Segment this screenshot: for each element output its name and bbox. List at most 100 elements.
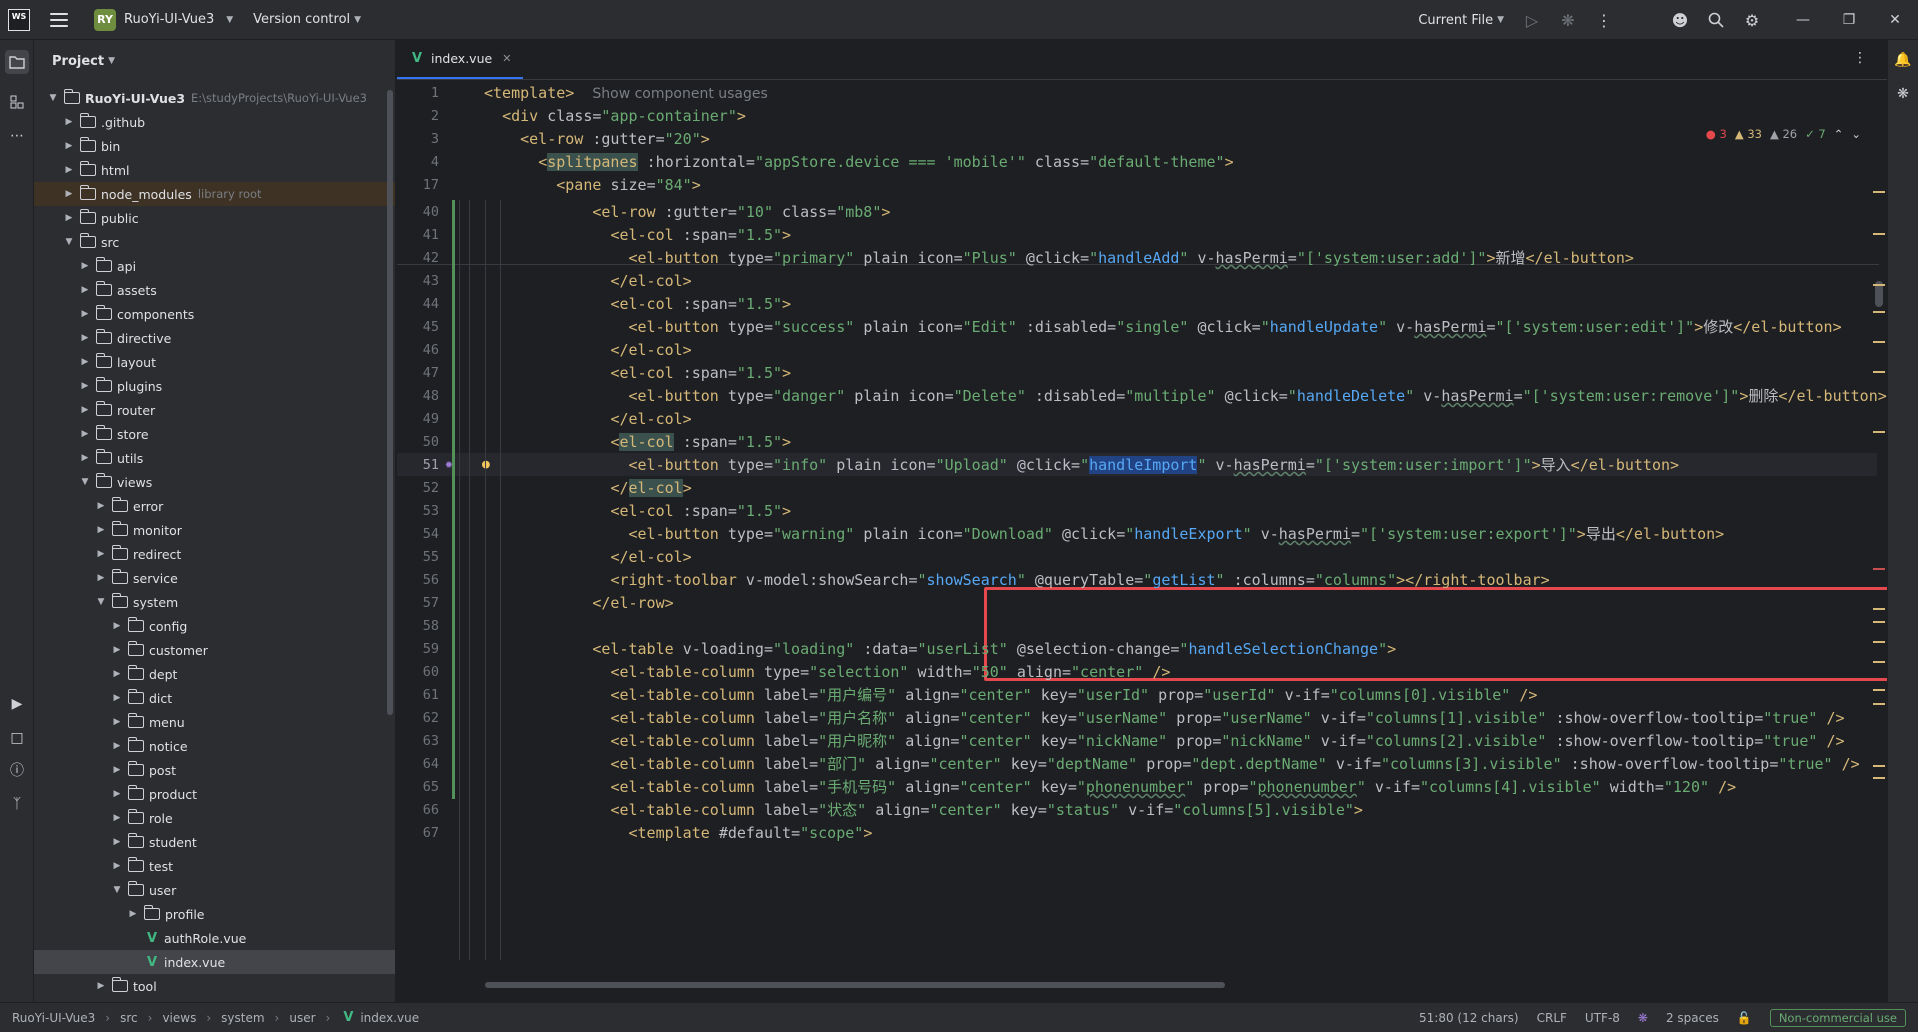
line-number[interactable]: 48 <box>397 388 439 404</box>
error-stripe-marker[interactable] <box>1873 431 1885 433</box>
line-number[interactable]: 44 <box>397 296 439 312</box>
file-encoding[interactable]: UTF-8 <box>1585 1011 1620 1025</box>
line-number[interactable]: 54 <box>397 526 439 542</box>
error-stripe-marker[interactable] <box>1873 661 1885 663</box>
line-number[interactable]: 66 <box>397 802 439 818</box>
error-stripe-marker[interactable] <box>1873 703 1885 705</box>
structure-icon[interactable] <box>5 90 29 114</box>
terminal-icon[interactable]: □ <box>5 726 29 750</box>
code-line[interactable]: 54 <el-button type="warning" plain icon=… <box>397 522 1877 545</box>
code-line[interactable]: 62 <el-table-column label="用户名称" align="… <box>397 706 1877 729</box>
tree-item[interactable]: Vindex.vue <box>34 950 395 974</box>
chevron-right-icon[interactable]: ▶ <box>94 525 108 535</box>
tree-item[interactable]: ▶ post <box>34 758 395 782</box>
line-number[interactable]: 55 <box>397 549 439 565</box>
chevron-right-icon[interactable]: ▶ <box>78 333 92 343</box>
line-number[interactable]: 42 <box>397 250 439 266</box>
tab-options-icon[interactable]: ⋮ <box>1853 50 1867 66</box>
lock-icon[interactable]: 🔓 <box>1737 1011 1752 1025</box>
chevron-right-icon[interactable]: ▶ <box>62 189 76 199</box>
chevron-right-icon[interactable]: ▶ <box>110 693 124 703</box>
tree-item[interactable]: ▶ dept <box>34 662 395 686</box>
chevron-right-icon[interactable]: ▶ <box>110 813 124 823</box>
tree-item[interactable]: ▶ layout <box>34 350 395 374</box>
tree-item[interactable]: ▶ api <box>34 254 395 278</box>
code-line[interactable]: 67 <template #default="scope"> <box>397 821 1877 844</box>
restore-button[interactable]: ❐ <box>1826 0 1872 40</box>
version-control-menu[interactable]: Version control ▼ <box>253 12 361 27</box>
chevron-down-icon[interactable]: ▼ <box>94 597 108 607</box>
breadcrumb-item[interactable]: user <box>289 1011 315 1025</box>
error-stripe-marker[interactable] <box>1873 233 1885 235</box>
chevron-right-icon[interactable]: ▶ <box>110 765 124 775</box>
code-line[interactable]: 55 </el-col> <box>397 545 1877 568</box>
error-stripe-marker[interactable] <box>1873 371 1885 373</box>
line-number[interactable]: 17 <box>397 177 439 193</box>
breadcrumb-item[interactable]: src <box>120 1011 138 1025</box>
add-user-icon[interactable]: ☻ <box>1662 0 1698 40</box>
chevron-right-icon[interactable]: ▶ <box>110 741 124 751</box>
tab-index-vue[interactable]: V index.vue ✕ <box>397 40 524 79</box>
code-line[interactable]: 47 <el-col :span="1.5"> <box>397 361 1877 384</box>
git-icon[interactable]: ᛉ <box>5 792 29 816</box>
chevron-right-icon[interactable]: ▶ <box>62 141 76 151</box>
tree-item[interactable]: ▶ assets <box>34 278 395 302</box>
chevron-right-icon[interactable]: ▶ <box>126 909 140 919</box>
code-line[interactable]: 44 <el-col :span="1.5"> <box>397 292 1877 315</box>
line-number[interactable]: 61 <box>397 687 439 703</box>
more-icon[interactable]: ⋮ <box>1586 0 1622 40</box>
line-number[interactable]: 4 <box>397 154 439 170</box>
chevron-right-icon[interactable]: ▶ <box>78 357 92 367</box>
error-stripe-marker[interactable] <box>1873 568 1885 570</box>
line-number[interactable]: 52 <box>397 480 439 496</box>
chevron-down-icon[interactable]: ▼ <box>46 93 60 103</box>
chevron-right-icon[interactable]: ▶ <box>110 861 124 871</box>
code-line[interactable]: 60 <el-table-column type="selection" wid… <box>397 660 1877 683</box>
vue-language-service-icon[interactable]: ❋ <box>1638 1011 1648 1025</box>
tree-item[interactable]: ▶ menu <box>34 710 395 734</box>
line-number[interactable]: 62 <box>397 710 439 726</box>
tree-item[interactable]: ▶ student <box>34 830 395 854</box>
tree-item[interactable]: ▼ user <box>34 878 395 902</box>
vcs-change-marker[interactable] <box>452 200 455 799</box>
tree-item[interactable]: ▶ plugins <box>34 374 395 398</box>
error-stripe-marker[interactable] <box>1873 191 1885 193</box>
breadcrumb-item[interactable]: index.vue <box>360 1011 419 1025</box>
code-line[interactable]: 64 <el-table-column label="部门" align="ce… <box>397 752 1877 775</box>
line-number[interactable]: 41 <box>397 227 439 243</box>
tree-item[interactable]: ▶ service <box>34 566 395 590</box>
tree-item[interactable]: ▼ src <box>34 230 395 254</box>
error-stripe-marker[interactable] <box>1873 765 1885 767</box>
tree-item[interactable]: ▶ node_modules library root <box>34 182 395 206</box>
code-line[interactable]: 1 <template> Show component usages <box>397 81 1877 104</box>
error-stripe-marker[interactable] <box>1873 341 1885 343</box>
project-panel-header[interactable]: Project ▼ <box>34 40 395 82</box>
tree-item[interactable]: ▶ html <box>34 158 395 182</box>
code-line[interactable]: 57 </el-row> <box>397 591 1877 614</box>
project-folder-icon[interactable] <box>5 50 29 74</box>
minimize-button[interactable]: — <box>1780 0 1826 40</box>
code-line[interactable]: 49 </el-col> <box>397 407 1877 430</box>
code-line[interactable]: 40 <el-row :gutter="10" class="mb8"> <box>397 200 1877 223</box>
code-line[interactable]: 4 <splitpanes :horizontal="appStore.devi… <box>397 150 1877 173</box>
tree-item[interactable]: ▶ role <box>34 806 395 830</box>
line-number[interactable]: 51 <box>397 457 439 473</box>
line-number[interactable]: 57 <box>397 595 439 611</box>
code-area[interactable]: ● 3 ▲ 33 ▲ 26 ✓ 7 ⌃ ⌄ 1 <template> Show c… <box>397 81 1887 996</box>
line-number[interactable]: 56 <box>397 572 439 588</box>
line-number[interactable]: 3 <box>397 131 439 147</box>
breadcrumb-item[interactable]: views <box>162 1011 196 1025</box>
chevron-right-icon[interactable]: ▶ <box>78 381 92 391</box>
tree-item[interactable]: ▶ router <box>34 398 395 422</box>
tree-item[interactable]: ▶ dict <box>34 686 395 710</box>
tree-item[interactable]: ▼ RuoYi-UI-Vue3 E:\studyProjects\RuoYi-UI-… <box>34 86 395 110</box>
line-number[interactable]: 40 <box>397 204 439 220</box>
tree-item[interactable]: ▶ components <box>34 302 395 326</box>
chevron-right-icon[interactable]: ▶ <box>110 669 124 679</box>
tree-item[interactable]: ▶ error <box>34 494 395 518</box>
line-number[interactable]: 58 <box>397 618 439 634</box>
chevron-right-icon[interactable]: ▶ <box>110 837 124 847</box>
main-menu-icon[interactable] <box>50 12 68 27</box>
code-line[interactable]: 59 <el-table v-loading="loading" :data="… <box>397 637 1877 660</box>
chevron-right-icon[interactable]: ▶ <box>78 309 92 319</box>
